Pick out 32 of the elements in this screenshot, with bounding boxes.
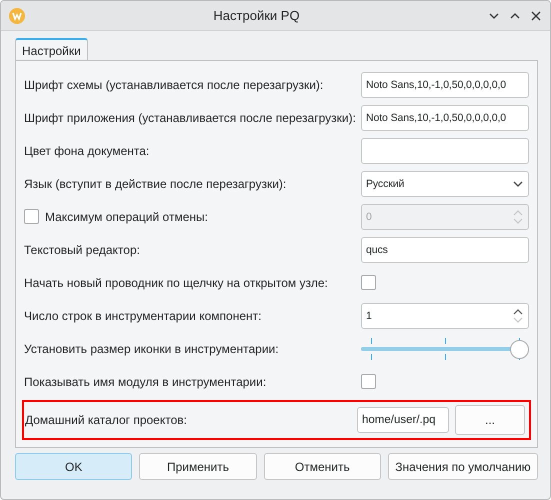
window-title: Настройки PQ <box>212 8 301 23</box>
dialog-button[interactable]: Отменить <box>264 453 381 480</box>
field-label: Шрифт схемы (устанавливается после перезагрузки): <box>24 78 324 92</box>
settings-tab[interactable]: Настройки <box>15 38 88 61</box>
dialog-button[interactable]: Значения по умолчанию <box>388 453 538 480</box>
dialog-button[interactable]: Применить <box>139 453 257 480</box>
field-label: Показывать имя модуля в инструментарии: <box>24 374 266 388</box>
app-logo-icon <box>9 8 25 24</box>
spin-box[interactable]: 1 <box>361 302 529 328</box>
field-label: Максимум операций отмены: <box>45 210 208 224</box>
dialog-button[interactable]: OK <box>15 453 132 480</box>
field-label: Домашний каталог проектов: <box>24 413 187 427</box>
language-dropdown[interactable]: Русский <box>361 170 529 196</box>
color-button[interactable] <box>361 138 529 164</box>
field-label: Установить размер иконки в инструментарии: <box>24 342 279 356</box>
field-label: Шрифт приложения (устанавливается после перезагрузки): <box>24 110 356 124</box>
text-field[interactable]: Noto Sans,10,-1,0,50,0,0,0,0,0 <box>361 104 529 130</box>
field-label: Начать новый проводник по щелчку на открытом узле: <box>24 276 328 290</box>
path-field[interactable]: home/user/.pq <box>357 407 449 433</box>
browse-button[interactable]: ... <box>455 405 525 435</box>
field-label: Текстовый редактор: <box>24 242 140 256</box>
icon-size-slider[interactable] <box>361 336 529 362</box>
spin-arrows-icon <box>512 208 524 226</box>
field-label: Цвет фона документа: <box>24 144 150 158</box>
checkbox[interactable] <box>361 374 376 389</box>
field-label: Язык (вступит в действие после перезагрузки): <box>24 176 286 190</box>
checkbox[interactable] <box>361 275 376 290</box>
spin-arrows-icon <box>512 306 524 324</box>
close-button[interactable] <box>530 10 542 22</box>
field-label: Число строк в инструментарии компонент: <box>24 308 262 322</box>
text-field[interactable]: Noto Sans,10,-1,0,50,0,0,0,0,0 <box>361 72 529 98</box>
text-field[interactable]: qucs <box>361 236 529 262</box>
